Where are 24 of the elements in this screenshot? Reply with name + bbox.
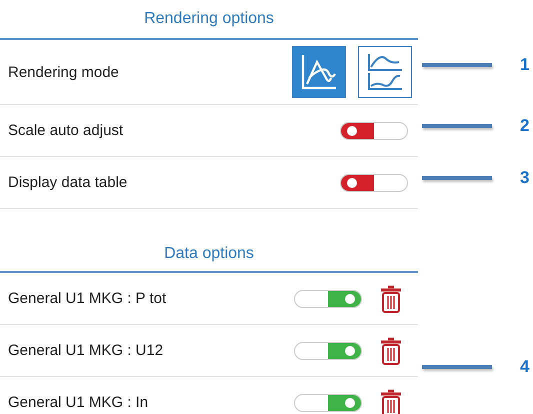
option-label: Scale auto adjust (8, 122, 124, 139)
toggle-switch[interactable] (294, 290, 362, 308)
data-series-label: General U1 MKG : In (8, 394, 148, 411)
toggle-switch[interactable] (340, 174, 408, 192)
section-title: Data options (163, 244, 255, 264)
line-chart-icon (299, 52, 339, 92)
stacked-charts-icon (365, 52, 405, 92)
toggle-switch[interactable] (294, 394, 362, 412)
option-label: Display data table (8, 174, 128, 191)
callout-number: 2 (520, 116, 530, 136)
callout-number: 1 (520, 55, 530, 75)
data-series-label: General U1 MKG : P tot (8, 290, 166, 307)
option-label: Rendering mode (8, 64, 119, 80)
trash-icon[interactable] (380, 336, 402, 366)
trash-icon[interactable] (380, 284, 402, 314)
trash-icon[interactable] (380, 388, 402, 414)
toggle-switch[interactable] (294, 342, 362, 360)
toggle-switch[interactable] (340, 122, 408, 140)
data-series-label: General U1 MKG : U12 (8, 342, 164, 359)
rendering-mode-button[interactable] (358, 46, 412, 98)
callout-number: 3 (520, 168, 530, 188)
callout-number: 4 (520, 357, 530, 377)
section-title: Rendering options (143, 9, 275, 29)
rendering-mode-button[interactable] (292, 46, 346, 98)
